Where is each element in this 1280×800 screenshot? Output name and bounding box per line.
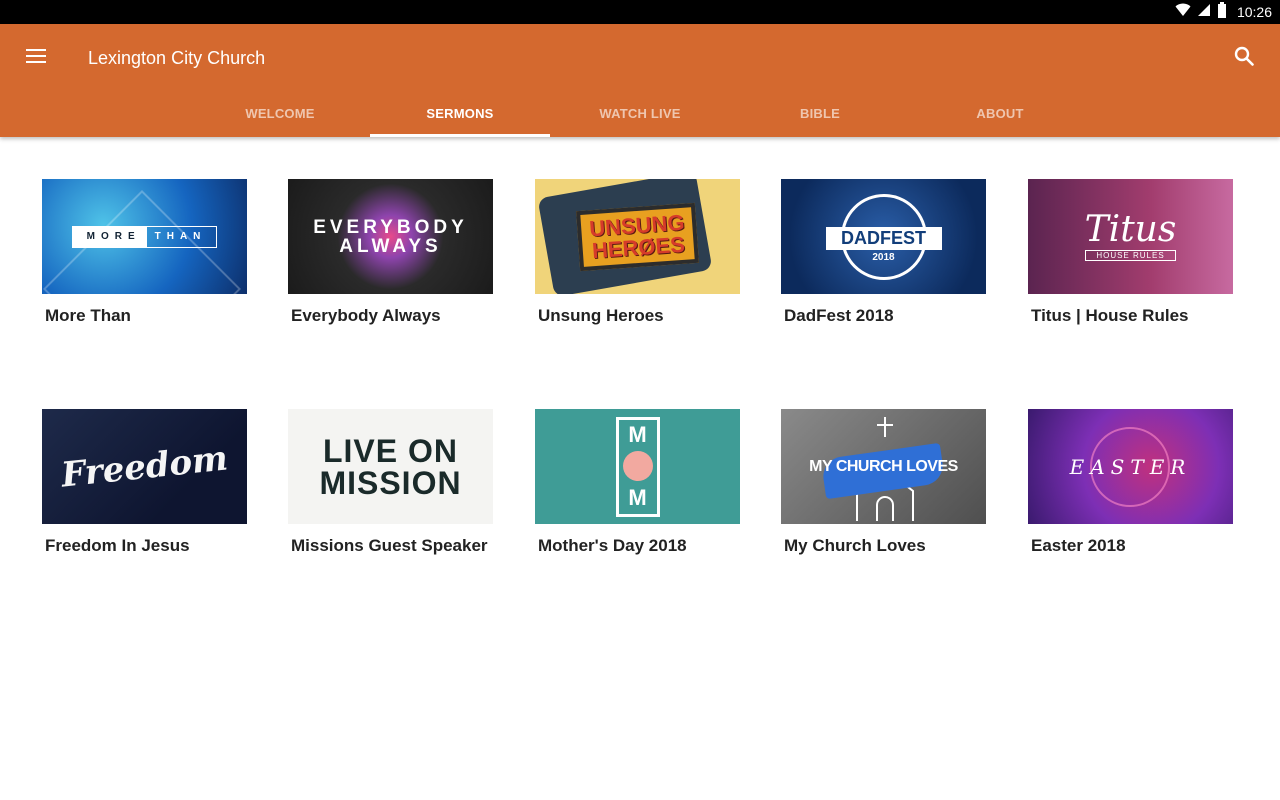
sermon-thumbnail: MORE THAN [42,179,247,294]
sermon-card[interactable]: Titus HOUSE RULES Titus | House Rules [1028,179,1233,326]
sermon-thumbnail: UNSUNG HERØES [535,179,740,294]
sermon-card[interactable]: M O M Mother's Day 2018 [535,409,740,556]
sermon-card[interactable]: EASTER Easter 2018 [1028,409,1233,556]
tab-bible[interactable]: BIBLE [730,96,910,137]
menu-button[interactable] [14,40,58,76]
artwork-word: ALWAYS [339,235,442,257]
sermon-title: Everybody Always [291,306,441,325]
artwork-word: MISSION [319,464,462,501]
sermon-thumbnail: LIVE ON MISSION [288,409,493,524]
sermon-title: Freedom In Jesus [45,536,190,555]
sermon-card[interactable]: Freedom Freedom In Jesus [42,409,247,556]
sermon-thumbnail: EVERYBODY ALWAYS [288,179,493,294]
artwork-word: MORE [72,226,147,247]
artwork-word: DADFEST [825,226,942,250]
artwork-text: MORE THAN [71,225,218,248]
sermon-title: Mother's Day 2018 [538,536,687,555]
hamburger-menu-icon [26,48,46,69]
artwork-text: LIVE ON MISSION [319,435,461,499]
artwork-text: Titus HOUSE RULES [1084,209,1177,261]
tab-welcome[interactable]: WELCOME [190,96,370,137]
search-button[interactable] [1226,40,1262,76]
sermon-thumbnail: M O M [535,409,740,524]
sermon-thumbnail: EASTER [1028,409,1233,524]
search-icon [1234,46,1254,71]
sermon-card[interactable]: MORE THAN More Than [42,179,247,326]
artwork-text: MY CHURCH LOVES [809,457,958,475]
artwork-word: HOUSE RULES [1084,250,1177,261]
artwork-text: EASTER [1069,454,1192,479]
artwork-text: EVERYBODY ALWAYS [313,218,468,256]
artwork-word: 2018 [872,251,895,263]
artwork-text: Freedom [59,437,230,496]
sermon-title: Titus | House Rules [1031,306,1189,325]
signal-icon [1197,3,1211,22]
artwork-letter: M [628,422,647,448]
tab-about[interactable]: ABOUT [910,96,1090,137]
sermon-card[interactable]: MY CHURCH LOVES My Church Loves [781,409,986,556]
artwork-word: EVERYBODY [313,216,468,238]
battery-icon [1217,1,1227,23]
tab-sermons[interactable]: SERMONS [370,96,550,137]
sermon-title: Unsung Heroes [538,306,664,325]
artwork-text: UNSUNG HERØES [575,202,700,271]
sermon-title: More Than [45,306,131,325]
artwork-seal: DADFEST 2018 [825,193,942,280]
tab-watch-live[interactable]: WATCH LIVE [550,96,730,137]
sermon-card[interactable]: DADFEST 2018 DadFest 2018 [781,179,986,326]
sermon-thumbnail: Freedom [42,409,247,524]
artwork-word: LIVE ON [322,432,458,469]
app-bar: Lexington City Church WELCOME SERMONS WA… [0,24,1280,137]
sermon-title: My Church Loves [784,536,926,555]
tab-bar: WELCOME SERMONS WATCH LIVE BIBLE ABOUT [190,96,1090,137]
sermon-card[interactable]: EVERYBODY ALWAYS Everybody Always [288,179,493,326]
sermon-card[interactable]: UNSUNG HERØES Unsung Heroes [535,179,740,326]
sermon-title: DadFest 2018 [784,306,894,325]
artwork-word: Titus [1084,209,1177,250]
artwork-word: HERØES [591,231,686,263]
app-title: Lexington City Church [88,48,266,68]
sermon-title: Easter 2018 [1031,536,1126,555]
sermon-card[interactable]: LIVE ON MISSION Missions Guest Speaker [288,409,493,556]
sermon-thumbnail: DADFEST 2018 [781,179,986,294]
sermon-title: Missions Guest Speaker [291,536,488,555]
wifi-icon [1175,3,1191,22]
artwork-word: THAN [154,231,207,242]
sermon-thumbnail: Titus HOUSE RULES [1028,179,1233,294]
sermon-thumbnail: MY CHURCH LOVES [781,409,986,524]
status-bar: 10:26 [0,0,1280,24]
artwork-letter: M [628,484,647,510]
clock: 10:26 [1236,4,1272,20]
flower-graphic [623,451,653,481]
